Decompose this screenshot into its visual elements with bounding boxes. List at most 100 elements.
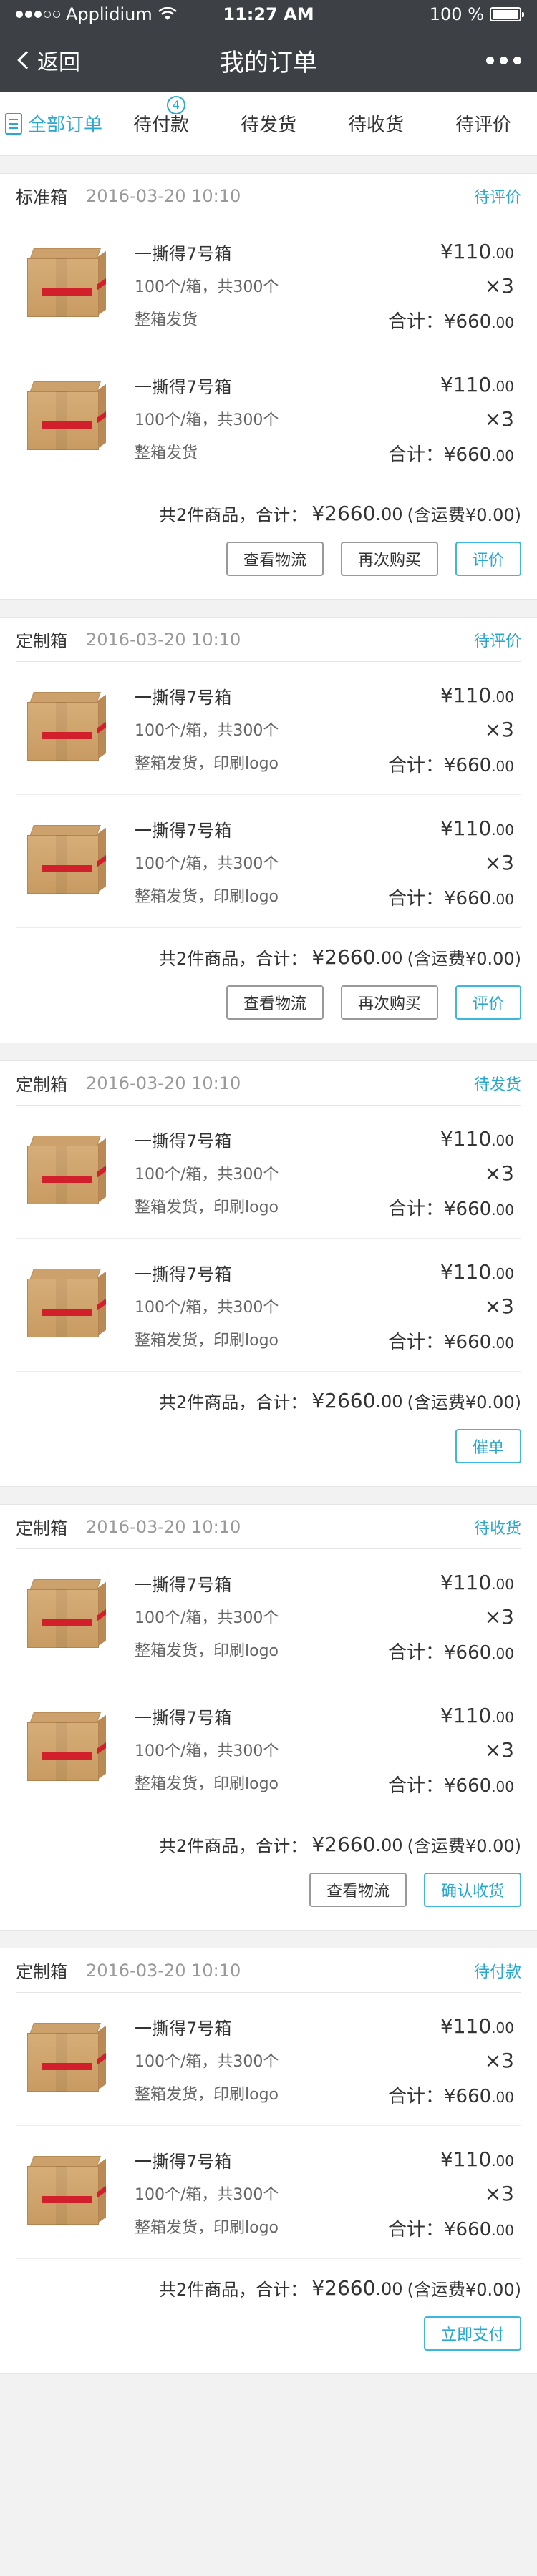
battery-icon [490, 7, 524, 21]
item-note: 整箱发货，印刷logo [135, 2086, 279, 2104]
back-chevron-icon [17, 51, 36, 69]
item-price: ¥110.00 [440, 816, 514, 840]
order-item[interactable]: 一撕得7号箱 100个/箱，共300个 整箱发货 ¥110.00 ×3 合计：¥… [16, 218, 521, 351]
order-status: 待发货 [473, 1075, 521, 1094]
order-time: 2016-03-20 10:10 [86, 1960, 241, 1981]
order-item[interactable]: 一撕得7号箱 100个/箱，共300个 整箱发货，印刷logo ¥110.00 … [16, 1549, 521, 1682]
item-name: 一撕得7号箱 [135, 2152, 232, 2172]
tab-all-orders[interactable]: 全部订单 [0, 110, 107, 137]
item-price: ¥110.00 [440, 2147, 514, 2171]
back-button[interactable]: 返回 [16, 44, 80, 76]
item-price: ¥110.00 [440, 2014, 514, 2038]
shipping-fee: (含运费¥0.00) [407, 504, 521, 525]
tab-pending-shipment[interactable]: 待发货 [215, 110, 322, 137]
item-name: 一撕得7号箱 [135, 1708, 232, 1728]
wifi-icon [158, 7, 177, 20]
order-item[interactable]: 一撕得7号箱 100个/箱，共300个 整箱发货，印刷logo ¥110.00 … [16, 1106, 521, 1239]
tab-label: 待付款 [132, 114, 189, 136]
order-time: 2016-03-20 10:10 [86, 185, 241, 206]
tab-badge: 4 [167, 96, 185, 114]
order-card: 定制箱 2016-03-20 10:10 待收货 一撕得7号箱 100个/箱，共… [0, 1504, 537, 1931]
order-item[interactable]: 一撕得7号箱 100个/箱，共300个 整箱发货，印刷logo ¥110.00 … [16, 662, 521, 795]
item-quantity: ×3 [484, 851, 514, 874]
order-type: 定制箱 [16, 631, 67, 651]
item-note: 整箱发货，印刷logo [135, 2219, 279, 2237]
review-button[interactable]: 评价 [455, 985, 521, 1020]
view-logistics-button[interactable]: 查看物流 [226, 542, 324, 576]
order-status: 待评价 [473, 632, 521, 650]
order-item[interactable]: 一撕得7号箱 100个/箱，共300个 整箱发货 ¥110.00 ×3 合计：¥… [16, 351, 521, 484]
box-product-image [27, 2156, 106, 2225]
order-item[interactable]: 一撕得7号箱 100个/箱，共300个 整箱发货，印刷logo ¥110.00 … [16, 2126, 521, 2259]
order-card: 标准箱 2016-03-20 10:10 待评价 一撕得7号箱 100个/箱，共… [0, 173, 537, 600]
order-type: 定制箱 [16, 1075, 67, 1095]
review-button[interactable]: 评价 [455, 542, 521, 576]
shipping-fee: (含运费¥0.00) [407, 1835, 521, 1856]
item-name: 一撕得7号箱 [135, 1264, 232, 1284]
order-type: 定制箱 [16, 1962, 67, 1982]
back-label: 返回 [37, 50, 80, 75]
confirm-receipt-button[interactable]: 确认收货 [423, 1873, 521, 1907]
remind-shipment-button[interactable]: 催单 [455, 1429, 521, 1463]
item-spec: 100个/箱，共300个 [135, 1742, 279, 1760]
order-tabs: 全部订单 待付款 4 待发货 待收货 待评价 [0, 92, 537, 156]
tab-label: 全部订单 [27, 114, 102, 136]
item-price: ¥110.00 [440, 683, 514, 707]
order-status: 待收货 [473, 1519, 521, 1538]
item-subtotal: 合计：¥660.00 [388, 1332, 514, 1353]
order-actions: 查看物流 再次购买 评价 [16, 542, 521, 599]
tab-label: 待发货 [240, 114, 296, 136]
order-card: 定制箱 2016-03-20 10:10 待评价 一撕得7号箱 100个/箱，共… [0, 617, 537, 1043]
tab-pending-receipt[interactable]: 待收货 [322, 110, 430, 137]
order-time: 2016-03-20 10:10 [86, 1073, 241, 1093]
order-status: 待付款 [473, 1963, 521, 1981]
order-card: 定制箱 2016-03-20 10:10 待付款 一撕得7号箱 100个/箱，共… [0, 1948, 537, 2374]
order-type: 定制箱 [16, 1518, 67, 1538]
shipping-fee: (含运费¥0.00) [407, 948, 521, 969]
item-name: 一撕得7号箱 [135, 688, 232, 708]
item-spec: 100个/箱，共300个 [135, 1299, 279, 1317]
total-amount: ¥2660.00 [311, 945, 403, 969]
order-actions: 催单 [16, 1429, 521, 1486]
order-time: 2016-03-20 10:10 [86, 1516, 241, 1537]
order-item[interactable]: 一撕得7号箱 100个/箱，共300个 整箱发货，印刷logo ¥110.00 … [16, 795, 521, 928]
summary-text: 共2件商品，合计： [159, 504, 308, 525]
order-summary: 共2件商品，合计： ¥2660.00 (含运费¥0.00) [16, 928, 521, 985]
order-actions: 立即支付 [16, 2316, 521, 2373]
view-logistics-button[interactable]: 查看物流 [309, 1873, 407, 1907]
tab-pending-review[interactable]: 待评价 [430, 110, 537, 137]
total-amount: ¥2660.00 [311, 1832, 403, 1856]
more-dots-icon[interactable] [486, 56, 521, 64]
box-product-image [27, 248, 106, 317]
order-item[interactable]: 一撕得7号箱 100个/箱，共300个 整箱发货，印刷logo ¥110.00 … [16, 1993, 521, 2126]
item-subtotal: 合计：¥660.00 [388, 1642, 514, 1664]
order-header: 定制箱 2016-03-20 10:10 待发货 [16, 1061, 521, 1106]
item-note: 整箱发货 [135, 311, 198, 329]
box-product-image [27, 2023, 106, 2092]
order-header: 标准箱 2016-03-20 10:10 待评价 [16, 174, 521, 218]
item-name: 一撕得7号箱 [135, 1131, 232, 1151]
item-quantity: ×3 [484, 1161, 514, 1185]
order-item[interactable]: 一撕得7号箱 100个/箱，共300个 整箱发货，印刷logo ¥110.00 … [16, 1239, 521, 1372]
buy-again-button[interactable]: 再次购买 [340, 985, 438, 1020]
order-header: 定制箱 2016-03-20 10:10 待付款 [16, 1948, 521, 1993]
order-status: 待评价 [473, 188, 521, 207]
item-subtotal: 合计：¥660.00 [388, 2086, 514, 2107]
item-note: 整箱发货，印刷logo [135, 755, 279, 773]
item-quantity: ×3 [484, 274, 514, 298]
buy-again-button[interactable]: 再次购买 [340, 542, 438, 576]
item-quantity: ×3 [484, 1738, 514, 1762]
order-actions: 查看物流 确认收货 [16, 1873, 521, 1930]
battery-text: 100 % [429, 4, 484, 24]
item-note: 整箱发货，印刷logo [135, 1199, 279, 1216]
tab-pending-payment[interactable]: 待付款 4 [107, 96, 215, 137]
view-logistics-button[interactable]: 查看物流 [226, 985, 324, 1020]
box-product-image [27, 381, 106, 450]
order-item[interactable]: 一撕得7号箱 100个/箱，共300个 整箱发货，印刷logo ¥110.00 … [16, 1682, 521, 1815]
pay-now-button[interactable]: 立即支付 [423, 2316, 521, 2351]
tab-label: 待收货 [347, 114, 404, 136]
item-spec: 100个/箱，共300个 [135, 855, 279, 873]
status-bar: Applidium 11:27 AM 100 % [0, 0, 537, 29]
item-price: ¥110.00 [440, 1127, 514, 1151]
order-header: 定制箱 2016-03-20 10:10 待评价 [16, 618, 521, 662]
